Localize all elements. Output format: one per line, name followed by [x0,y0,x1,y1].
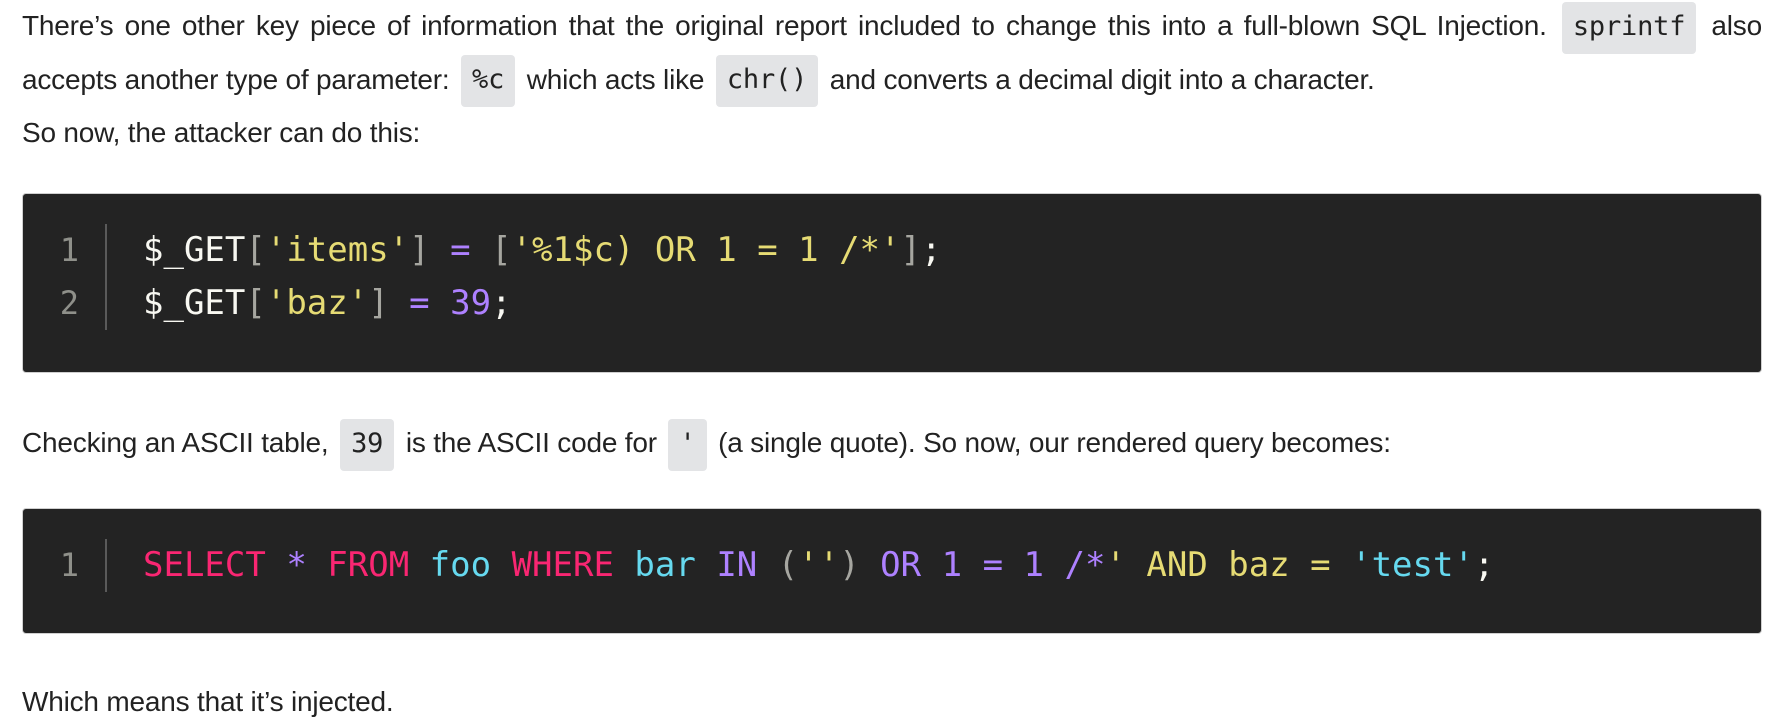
code-token: 1 [941,545,963,585]
code-token: WHERE [511,545,614,585]
inline-code-percent-c: %c [461,55,516,108]
code-token: OR [880,545,922,585]
code-token: ) [839,545,860,585]
code-token: '' [798,545,840,585]
code-token: SELECT [143,545,266,585]
inline-code-sprintf: sprintf [1561,1,1697,54]
code-token: = [450,230,471,270]
code-token: bar [634,545,696,585]
code-content: SELECT * FROM foo WHERE bar IN ('') OR 1… [143,539,1494,592]
code-block-php: 1 2 $_GET['items'] = ['%1$c) OR 1 = 1 /*… [22,193,1762,373]
code-token: ] [409,230,430,270]
code-token: ' AND baz = [1105,545,1352,585]
middle-paragraph: Checking an ASCII table, 39 is the ASCII… [22,417,1762,471]
code-token: FROM [327,545,410,585]
intro-text-4: and converts a decimal digit into a char… [829,63,1375,95]
code-content: $_GET['items'] = ['%1$c) OR 1 = 1 /*']; $… [143,224,941,330]
code-token: [ [245,283,266,323]
code-token: ] [368,283,389,323]
code-token: 'items' [265,230,410,270]
inline-code-chr: chr() [715,55,819,108]
line-number: 1 [59,546,79,584]
intro-text-1: There’s one other key piece of informati… [22,10,1547,41]
code-token: ( [777,545,799,585]
code-token: ; [491,283,512,323]
code-token: foo [429,545,492,585]
intro-paragraph: There’s one other key piece of informati… [22,0,1762,158]
code-block-sql: 1 SELECT * FROM foo WHERE bar IN ('') OR… [22,508,1762,634]
intro-text-5: So now, the attacker can do this: [22,117,421,149]
code-token: = [409,283,430,323]
code-token: [ [491,230,512,270]
inline-code-39: 39 [340,418,395,471]
code-token: IN [716,545,758,585]
intro-text-3: which acts like [526,63,705,95]
code-token: ; [920,230,942,270]
code-token: 39 [450,283,492,323]
inline-code-single-quote: ' [668,418,707,471]
code-line: $_GET['baz'] = 39; [143,277,941,330]
code-token: $_GET [143,283,246,323]
code-token: /* [1064,545,1106,585]
line-number-gutter: 1 2 [23,224,107,330]
code-token: '%1$c) OR 1 = 1 /*' [511,230,901,270]
code-line: $_GET['items'] = ['%1$c) OR 1 = 1 /*']; [143,224,941,277]
code-token: = [982,545,1004,585]
line-number-gutter: 1 [23,539,107,592]
code-token: [ [245,230,266,270]
code-token: 'test' [1351,545,1474,585]
code-token: 'baz' [265,283,369,323]
code-token: * [286,545,307,585]
line-number: 1 [59,231,79,269]
code-token: ] [900,230,921,270]
code-line: SELECT * FROM foo WHERE bar IN ('') OR 1… [143,539,1494,592]
closing-text: Which means that it’s injected. [22,686,394,717]
code-token: $_GET [143,230,246,270]
closing-paragraph: Which means that it’s injected. [22,676,1762,727]
code-token: 1 [1023,545,1045,585]
middle-text-3: (a single quote). So now, our rendered q… [718,427,1391,458]
line-number: 2 [59,284,79,322]
code-token: ; [1473,545,1495,585]
middle-text-2: is the ASCII code for [405,427,657,458]
middle-text-1: Checking an ASCII table, [22,427,329,458]
